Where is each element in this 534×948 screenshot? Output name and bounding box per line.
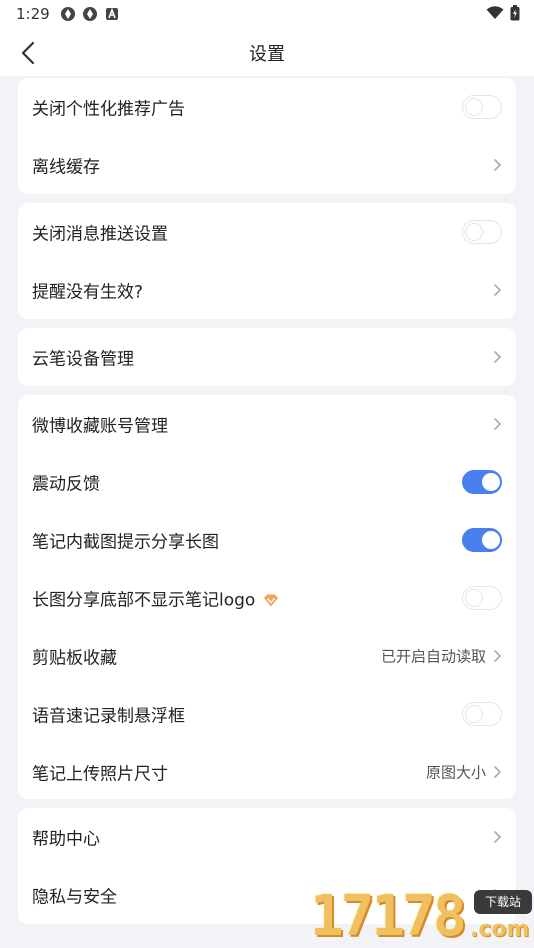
vip-diamond-icon	[264, 594, 279, 607]
row-reminder-not-working[interactable]: 提醒没有生效?	[18, 261, 516, 319]
screenshot-hint-toggle[interactable]	[462, 528, 502, 552]
row-label: 离线缓存	[32, 157, 100, 178]
status-bar: 1:29	[0, 0, 534, 28]
push-toggle[interactable]	[462, 220, 502, 244]
row-label: 提醒没有生效?	[32, 282, 144, 303]
app-notification-icon	[61, 7, 75, 21]
row-label: 剪贴板收藏	[32, 648, 117, 669]
vibration-toggle[interactable]	[462, 470, 502, 494]
nav-bar: 设置	[0, 28, 534, 76]
site-watermark: 17178 下载站 .com	[310, 886, 534, 948]
app-notification-icon	[83, 7, 97, 21]
row-label: 微博收藏账号管理	[32, 416, 168, 437]
settings-card-general: 微博收藏账号管理 震动反馈 笔记内截图提示分享长图 长图分享底部不显示笔记log…	[18, 395, 516, 799]
battery-icon	[510, 5, 520, 21]
toggle-knob	[481, 472, 500, 491]
row-label: 长图分享底部不显示笔记logo	[32, 586, 279, 611]
row-label: 笔记内截图提示分享长图	[32, 532, 219, 553]
personalized-ads-toggle[interactable]	[462, 95, 502, 119]
row-hide-logo[interactable]: 长图分享底部不显示笔记logo	[18, 569, 516, 627]
row-photo-upload-size[interactable]: 笔记上传照片尺寸 原图大小	[18, 743, 516, 801]
toggle-knob	[481, 530, 500, 549]
row-value: 已开启自动读取	[380, 647, 486, 666]
row-offline-cache[interactable]: 离线缓存	[18, 136, 516, 194]
row-label: 语音速记录制悬浮框	[32, 706, 185, 727]
settings-card-pen: 云笔设备管理	[18, 328, 516, 386]
watermark-badge: 下载站	[474, 890, 532, 914]
row-value: 原图大小	[425, 763, 486, 782]
row-label: 隐私与安全	[32, 887, 117, 908]
row-voice-floating-window[interactable]: 语音速记录制悬浮框	[18, 685, 516, 743]
watermark-suffix: .com	[470, 917, 530, 942]
row-help-center[interactable]: 帮助中心	[18, 808, 516, 866]
row-label-text: 长图分享底部不显示笔记logo	[32, 590, 256, 611]
settings-card-ads: 关闭个性化推荐广告 离线缓存	[18, 78, 516, 194]
row-close-push[interactable]: 关闭消息推送设置	[18, 203, 516, 261]
settings-card-push: 关闭消息推送设置 提醒没有生效?	[18, 203, 516, 319]
status-time: 1:29	[16, 5, 50, 23]
row-vibration-feedback[interactable]: 震动反馈	[18, 453, 516, 511]
row-label: 云笔设备管理	[32, 349, 134, 370]
toggle-knob	[464, 588, 483, 607]
row-clipboard-collect[interactable]: 剪贴板收藏 已开启自动读取	[18, 627, 516, 685]
chevron-right-icon	[494, 650, 502, 662]
row-label: 笔记上传照片尺寸	[32, 764, 168, 785]
chevron-right-icon	[494, 159, 502, 171]
toggle-knob	[464, 222, 483, 241]
row-close-personalized-ads[interactable]: 关闭个性化推荐广告	[18, 78, 516, 136]
watermark-digits: 17178	[310, 884, 467, 948]
row-label: 关闭个性化推荐广告	[32, 99, 185, 120]
a-badge-icon	[106, 7, 118, 20]
status-icons-right	[486, 5, 520, 21]
row-label: 关闭消息推送设置	[32, 224, 168, 245]
chevron-right-icon	[494, 831, 502, 843]
toggle-knob	[464, 704, 483, 723]
chevron-right-icon	[494, 284, 502, 296]
row-screenshot-share-hint[interactable]: 笔记内截图提示分享长图	[18, 511, 516, 569]
row-label: 震动反馈	[32, 474, 100, 495]
toggle-knob	[464, 97, 483, 116]
chevron-right-icon	[494, 766, 502, 778]
row-weibo-accounts[interactable]: 微博收藏账号管理	[18, 395, 516, 453]
row-label: 帮助中心	[32, 829, 100, 850]
wifi-icon	[486, 6, 504, 19]
page-title: 设置	[249, 44, 285, 65]
voice-float-toggle[interactable]	[462, 702, 502, 726]
status-icons-left	[60, 6, 120, 22]
hide-logo-toggle[interactable]	[462, 586, 502, 610]
chevron-right-icon	[494, 418, 502, 430]
row-cloud-pen-devices[interactable]: 云笔设备管理	[18, 328, 516, 386]
chevron-right-icon	[494, 351, 502, 363]
